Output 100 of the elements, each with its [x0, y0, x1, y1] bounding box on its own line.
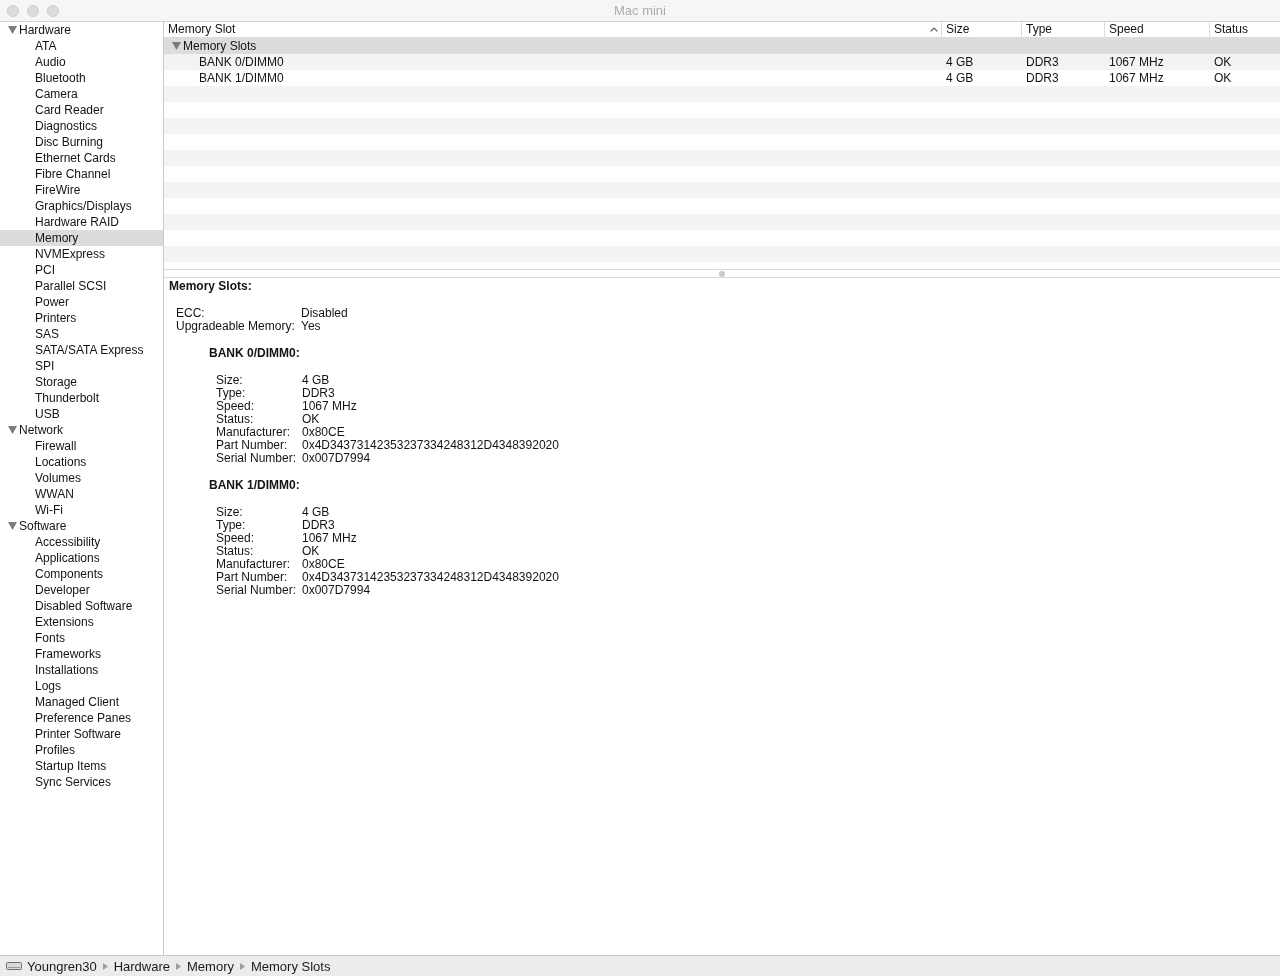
sidebar-item[interactable]: Extensions	[0, 614, 163, 630]
sidebar-item[interactable]: Ethernet Cards	[0, 150, 163, 166]
field-value: 0x80CE	[302, 426, 346, 439]
field-value: 1067 MHz	[302, 532, 358, 545]
sidebar-item[interactable]: Camera	[0, 86, 163, 102]
sidebar-item[interactable]: Diagnostics	[0, 118, 163, 134]
disclosure-triangle-icon[interactable]	[8, 522, 17, 530]
disclosure-triangle-icon[interactable]	[8, 426, 17, 434]
sidebar-item[interactable]: Managed Client	[0, 694, 163, 710]
section-title: BANK 0/DIMM0:	[209, 347, 301, 360]
sidebar-item[interactable]: Printer Software	[0, 726, 163, 742]
sidebar-item[interactable]: Firewall	[0, 438, 163, 454]
sidebar-item[interactable]: Applications	[0, 550, 163, 566]
table-cell-text: BANK 0/DIMM0	[198, 54, 285, 70]
sidebar-item[interactable]: Profiles	[0, 742, 163, 758]
table-cell-text: 1067 MHz	[1108, 70, 1165, 86]
sidebar-item[interactable]: Disabled Software	[0, 598, 163, 614]
field-label: Speed:	[216, 532, 256, 545]
path-separator-icon	[176, 962, 181, 970]
sidebar-item[interactable]: PCI	[0, 262, 163, 278]
sidebar-item[interactable]: Preference Panes	[0, 710, 163, 726]
table-cell-text: OK	[1213, 70, 1233, 86]
field-label: Type:	[216, 387, 247, 400]
sidebar-group[interactable]: Software	[0, 518, 163, 534]
handle-dot-icon[interactable]	[719, 270, 725, 277]
sidebar-item[interactable]: Hardware RAID	[0, 214, 163, 230]
path-item[interactable]: Memory Slots	[250, 958, 331, 974]
disclosure-triangle-icon[interactable]	[8, 26, 17, 34]
sidebar-item[interactable]: Power	[0, 294, 163, 310]
table-group-row[interactable]: Memory Slots	[164, 38, 1280, 54]
field-label: Part Number:	[216, 571, 289, 584]
table-cell-text: DDR3	[1025, 70, 1060, 86]
sidebar-item[interactable]: Memory	[0, 230, 163, 246]
field-value: Yes	[301, 320, 322, 333]
field-value: 0x4D34373142353237334248312D4348392020	[302, 439, 559, 452]
sidebar-item[interactable]: Printers	[0, 310, 163, 326]
field-label: Status:	[216, 413, 255, 426]
sidebar-item[interactable]: Thunderbolt	[0, 390, 163, 406]
sidebar-item[interactable]: Graphics/Displays	[0, 198, 163, 214]
sort-chevron-icon[interactable]	[930, 27, 938, 32]
table-cell-text: BANK 1/DIMM0	[198, 70, 285, 86]
sidebar-item[interactable]: SAS	[0, 326, 163, 342]
field-value: 0x007D7994	[302, 584, 372, 597]
sidebar-item[interactable]: Installations	[0, 662, 163, 678]
field-label: Serial Number:	[216, 452, 298, 465]
sidebar-item[interactable]: Audio	[0, 54, 163, 70]
field-label: ECC:	[176, 307, 206, 320]
field-value: DDR3	[302, 519, 336, 532]
field-value: OK	[302, 413, 321, 426]
path-item[interactable]: Memory	[187, 958, 234, 974]
field-label: Upgradeable Memory:	[176, 320, 296, 333]
sidebar-item[interactable]: Developer	[0, 582, 163, 598]
sidebar-item[interactable]: Frameworks	[0, 646, 163, 662]
field-value: 4 GB	[302, 374, 331, 387]
sidebar-item[interactable]: USB	[0, 406, 163, 422]
sidebar-item[interactable]: Locations	[0, 454, 163, 470]
sidebar-group[interactable]: Hardware	[0, 22, 163, 38]
field-label: Serial Number:	[216, 584, 298, 597]
detail-title: Memory Slots:	[169, 280, 253, 293]
sidebar-item[interactable]: Startup Items	[0, 758, 163, 774]
field-label: Speed:	[216, 400, 256, 413]
sidebar-item[interactable]: ATA	[0, 38, 163, 54]
field-value: OK	[302, 545, 321, 558]
field-value: 0x80CE	[302, 558, 346, 571]
sidebar-item[interactable]: SATA/SATA Express	[0, 342, 163, 358]
column-header[interactable]: Size	[941, 22, 1021, 37]
disclosure-triangle-icon[interactable]	[172, 42, 181, 50]
sidebar-item[interactable]: NVMExpress	[0, 246, 163, 262]
sidebar-item[interactable]: SPI	[0, 358, 163, 374]
sidebar-item[interactable]: Fibre Channel	[0, 166, 163, 182]
sidebar-item[interactable]: WWAN	[0, 486, 163, 502]
sidebar-item[interactable]: Components	[0, 566, 163, 582]
path-item[interactable]: Youngren30	[27, 958, 97, 974]
column-header[interactable]: Memory Slot	[164, 22, 941, 37]
column-header[interactable]: Speed	[1104, 22, 1209, 37]
field-value: 0x007D7994	[302, 452, 372, 465]
column-header[interactable]: Type	[1021, 22, 1104, 37]
sidebar-item[interactable]: Card Reader	[0, 102, 163, 118]
sidebar-item[interactable]: Wi-Fi	[0, 502, 163, 518]
field-label: Part Number:	[216, 439, 289, 452]
sidebar-item[interactable]: FireWire	[0, 182, 163, 198]
field-value: DDR3	[302, 387, 336, 400]
sidebar-item[interactable]: Sync Services	[0, 774, 163, 790]
sidebar-item[interactable]: Bluetooth	[0, 70, 163, 86]
sidebar-group[interactable]: Network	[0, 422, 163, 438]
table-cell-text: OK	[1213, 54, 1233, 70]
path-item[interactable]: Hardware	[113, 958, 170, 974]
sidebar-item[interactable]: Disc Burning	[0, 134, 163, 150]
sidebar-item[interactable]: Volumes	[0, 470, 163, 486]
column-header[interactable]: Status	[1209, 22, 1280, 37]
computer-icon	[6, 962, 22, 970]
sidebar-item[interactable]: Logs	[0, 678, 163, 694]
field-value: 1067 MHz	[302, 400, 358, 413]
path-separator-icon	[102, 962, 108, 970]
sidebar-item[interactable]: Parallel SCSI	[0, 278, 163, 294]
sidebar-item[interactable]: Storage	[0, 374, 163, 390]
sidebar-item[interactable]: Accessibility	[0, 534, 163, 550]
field-label: Size:	[216, 506, 244, 519]
sidebar-item[interactable]: Fonts	[0, 630, 163, 646]
table-cell-text: DDR3	[1025, 54, 1060, 70]
